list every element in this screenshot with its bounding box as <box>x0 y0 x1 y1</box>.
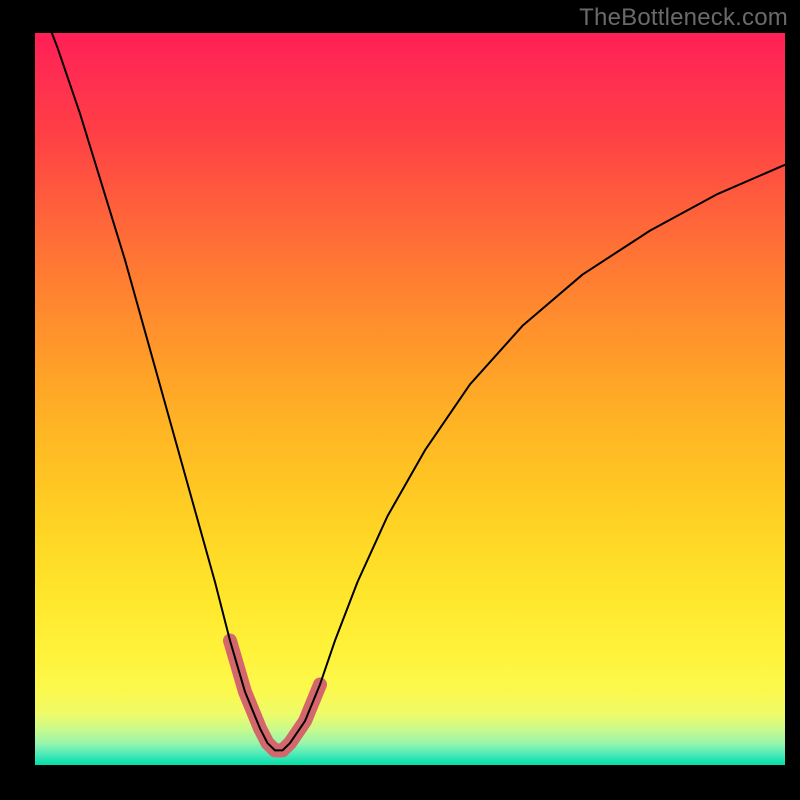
main-curve-path <box>35 33 785 750</box>
main-path-group <box>35 33 785 750</box>
chart-frame: TheBottleneck.com <box>0 0 800 800</box>
chart-svg <box>35 33 785 765</box>
plot-area <box>35 33 785 765</box>
highlight-path <box>230 641 320 751</box>
highlight-path-group <box>230 641 320 751</box>
watermark-text: TheBottleneck.com <box>579 4 788 32</box>
